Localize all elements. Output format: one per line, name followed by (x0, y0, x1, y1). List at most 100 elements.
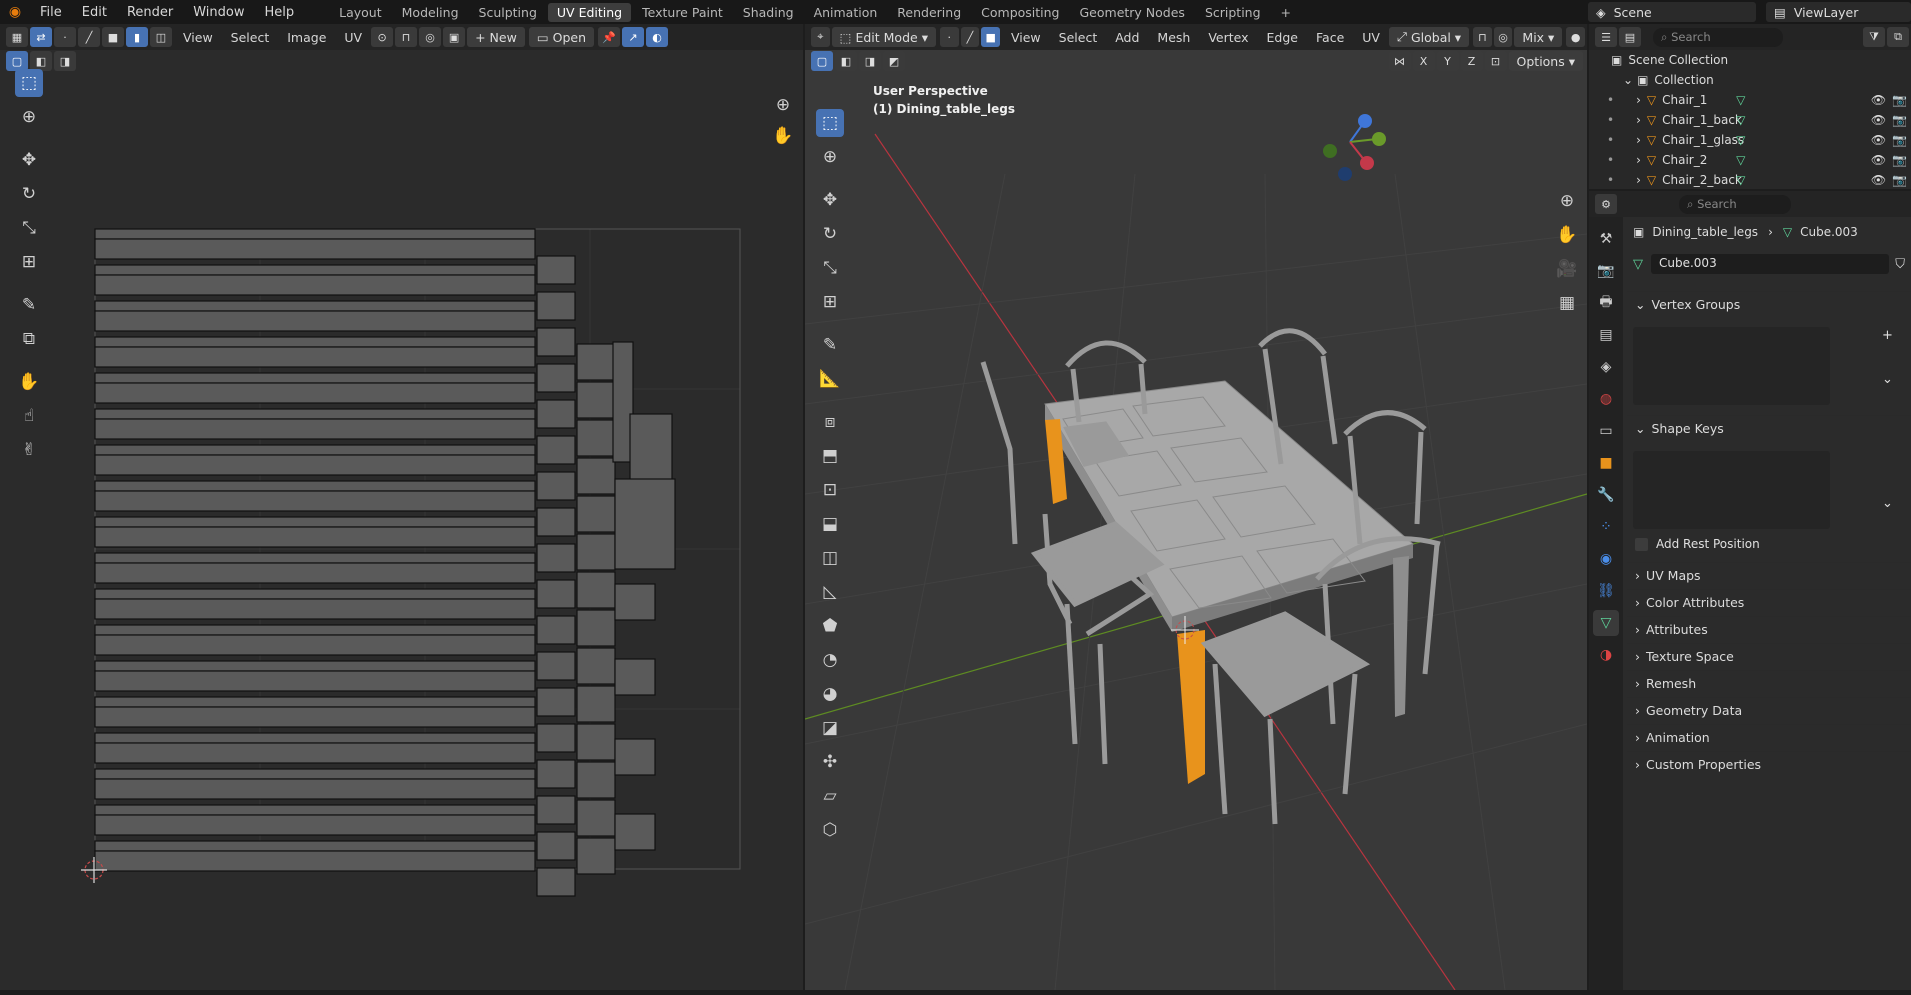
uv-island[interactable] (94, 552, 536, 564)
vp-select-box-icon[interactable]: ⬚ (816, 109, 844, 137)
uv-island[interactable] (94, 310, 536, 332)
tab-uv-editing[interactable]: UV Editing (547, 2, 632, 22)
chevron-right-icon[interactable]: › (1636, 113, 1641, 127)
uv-island[interactable] (536, 543, 576, 573)
outliner-item[interactable]: • › ▽ Chair_1_glass ▽ 👁 📷 (1589, 130, 1911, 150)
gizmo-neg-y-icon[interactable] (1323, 144, 1337, 158)
uv-island[interactable] (94, 840, 536, 852)
color-attributes-panel[interactable]: › Color Attributes (1627, 589, 1911, 615)
collection-tab-icon[interactable]: ▭ (1593, 418, 1619, 444)
uv-island[interactable] (94, 480, 536, 492)
uv-island[interactable] (94, 444, 536, 456)
uv-island[interactable] (614, 738, 656, 776)
uv-island[interactable] (94, 238, 536, 260)
uv-island[interactable] (536, 723, 576, 753)
tab-scripting[interactable]: Scripting (1196, 3, 1270, 22)
vp-rip-icon[interactable]: ⬡ (816, 816, 844, 844)
vp-poly-build-icon[interactable]: ⬟ (816, 612, 844, 640)
shape-keys-list[interactable] (1633, 451, 1830, 529)
camera-icon[interactable]: 📷 (1892, 133, 1907, 147)
uv-island[interactable] (576, 647, 616, 685)
vp-spin-icon[interactable]: ◔ (816, 646, 844, 674)
chevron-right-icon[interactable]: › (1636, 93, 1641, 107)
uv-maps-panel[interactable]: › UV Maps (1627, 562, 1911, 588)
uv-island[interactable] (94, 336, 536, 348)
uv-island[interactable] (536, 435, 576, 465)
chevron-right-icon[interactable]: › (1636, 133, 1641, 147)
uv-island[interactable] (536, 399, 576, 429)
outliner-item[interactable]: • › ▽ Chair_1_back ▽ 👁 📷 (1589, 110, 1911, 130)
uv-island[interactable] (536, 471, 576, 501)
chevron-down-icon[interactable]: ⌄ (1623, 73, 1633, 87)
uv-island[interactable] (94, 408, 536, 420)
uv-island[interactable] (94, 660, 536, 672)
output-tab-icon[interactable]: 🖶 (1593, 290, 1619, 316)
render-tab-icon[interactable]: 📷 (1593, 258, 1619, 284)
uv-island[interactable] (536, 831, 576, 861)
outliner-item[interactable]: • › ▽ Chair_1 ▽ 👁 📷 (1589, 90, 1911, 110)
view-layer-selector[interactable]: ▤ ViewLayer (1766, 2, 1911, 22)
chevron-right-icon[interactable]: › (1636, 153, 1641, 167)
menu-help[interactable]: Help (255, 5, 305, 20)
add-vertex-group-icon[interactable]: + (1882, 328, 1893, 343)
camera-icon[interactable]: 📷 (1892, 113, 1907, 127)
outliner-search-input[interactable]: ⌕ Search (1653, 27, 1783, 47)
object-tab-icon[interactable]: ■ (1593, 450, 1619, 476)
vp-shrink-icon[interactable]: ✣ (816, 748, 844, 776)
scene-tab-icon[interactable]: ◈ (1593, 354, 1619, 380)
mesh-data-icon[interactable]: ▽ (1736, 133, 1745, 147)
uv-island[interactable] (576, 837, 616, 875)
uv-island[interactable] (94, 732, 536, 744)
remesh-panel[interactable]: › Remesh (1627, 670, 1911, 696)
tab-modeling[interactable]: Modeling (393, 3, 468, 22)
gizmo-z-icon[interactable] (1358, 114, 1372, 128)
menu-window[interactable]: Window (183, 5, 254, 20)
vp-loop-cut-icon[interactable]: ◫ (816, 544, 844, 572)
uv-island[interactable] (536, 255, 576, 285)
physics-tab-icon[interactable]: ◉ (1593, 546, 1619, 572)
vp-shear-icon[interactable]: ▱ (816, 782, 844, 810)
uv-island[interactable] (614, 658, 656, 696)
uv-island[interactable] (94, 670, 536, 692)
properties-search-input[interactable]: ⌕ Search (1679, 194, 1791, 214)
attributes-panel[interactable]: › Attributes (1627, 616, 1911, 642)
properties-type-icon[interactable]: ⚙ (1595, 194, 1617, 214)
uv-island[interactable] (94, 804, 536, 816)
uv-island[interactable] (576, 381, 616, 419)
geometry-data-panel[interactable]: › Geometry Data (1627, 697, 1911, 723)
chevron-right-icon[interactable]: › (1636, 173, 1641, 187)
uv-island[interactable] (94, 454, 536, 476)
eye-icon[interactable]: 👁 (1871, 133, 1886, 147)
particles-tab-icon[interactable]: ⁘ (1593, 514, 1619, 540)
add-rest-position-checkbox[interactable] (1635, 537, 1648, 551)
uv-island[interactable] (576, 533, 616, 571)
uv-island[interactable] (576, 723, 616, 761)
vertex-groups-panel[interactable]: ⌄ Vertex Groups (1627, 291, 1911, 317)
vp-knife-icon[interactable]: ◺ (816, 578, 844, 606)
uv-island[interactable] (94, 624, 536, 636)
uv-island[interactable] (94, 706, 536, 728)
modifier-tab-icon[interactable]: 🔧 (1593, 482, 1619, 508)
mesh-data-icon[interactable]: ▽ (1633, 257, 1643, 272)
uv-island[interactable] (576, 799, 616, 837)
tool-tab-icon[interactable]: ⚒ (1593, 226, 1619, 252)
data-tab-icon[interactable]: ▽ (1593, 610, 1619, 636)
tab-geometry-nodes[interactable]: Geometry Nodes (1071, 3, 1194, 22)
eye-icon[interactable]: 👁 (1871, 173, 1886, 187)
blender-logo-icon[interactable]: ◉ (0, 4, 30, 20)
uv-island[interactable] (576, 571, 616, 609)
uv-island[interactable] (94, 346, 536, 368)
shape-key-menu-icon[interactable]: ⌄ (1882, 496, 1893, 511)
uv-island[interactable] (94, 274, 536, 296)
uv-island[interactable] (576, 457, 616, 495)
tab-texture-paint[interactable]: Texture Paint (633, 3, 732, 22)
vp-smooth-icon[interactable]: ◕ (816, 680, 844, 708)
vp-annotate-icon[interactable]: ✎ (816, 331, 844, 359)
uv-island[interactable] (536, 327, 576, 357)
uv-island[interactable] (576, 761, 616, 799)
eye-icon[interactable]: 👁 (1871, 153, 1886, 167)
vp-move-icon[interactable]: ✥ (816, 186, 844, 214)
uv-island[interactable] (94, 778, 536, 800)
uv-island[interactable] (94, 588, 536, 600)
shape-keys-panel[interactable]: ⌄ Shape Keys (1627, 415, 1911, 441)
